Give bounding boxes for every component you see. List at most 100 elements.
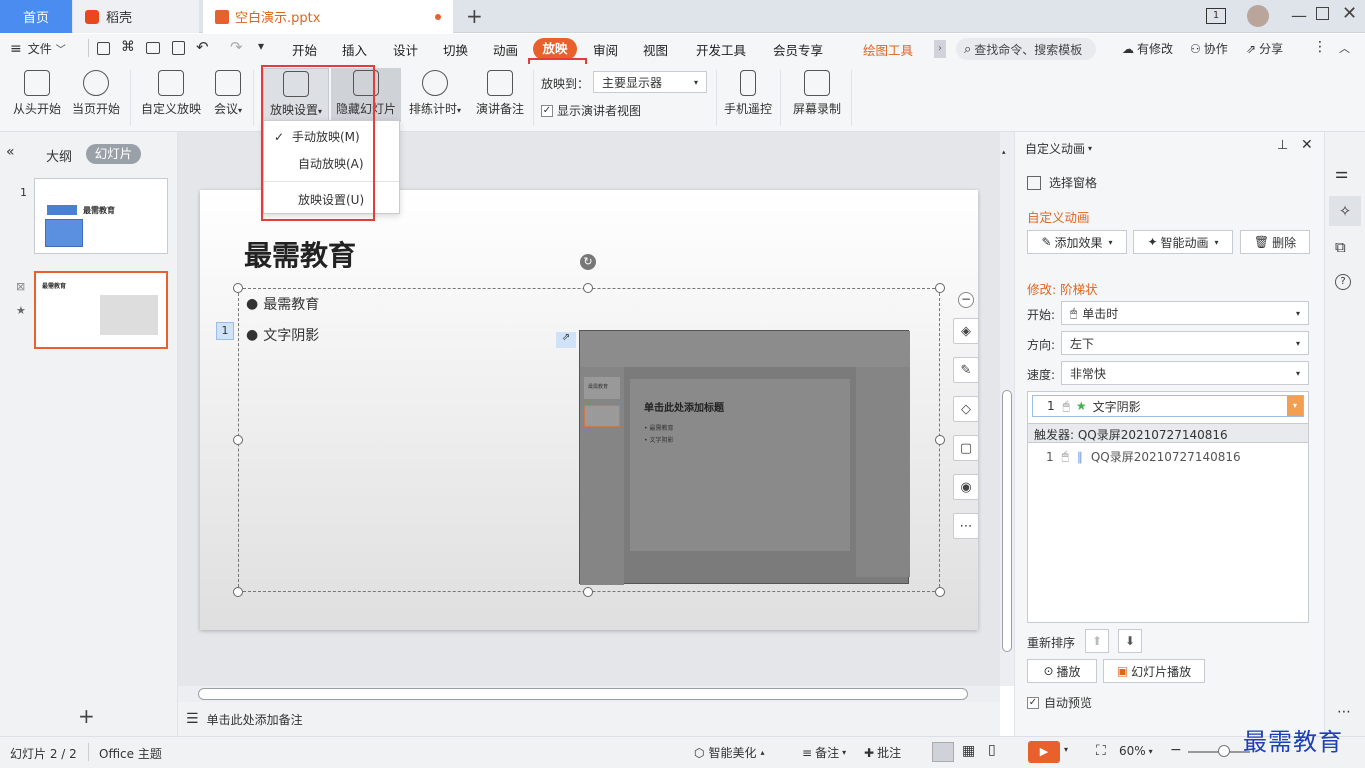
- zoom-select[interactable]: 60% ▾: [1119, 744, 1153, 758]
- menu-item-auto[interactable]: 自动放映(A): [298, 155, 364, 172]
- menu-item-settings[interactable]: 放映设置(U): [298, 191, 364, 208]
- smart-animation-button[interactable]: ✦ 智能动画 ▾: [1133, 230, 1233, 254]
- layers-icon[interactable]: ◈: [953, 318, 979, 344]
- pane-header[interactable]: 自定义动画 ▾: [1025, 140, 1092, 157]
- zoom-out-icon[interactable]: −: [1170, 742, 1182, 758]
- print-preview-icon[interactable]: [172, 41, 185, 55]
- print-icon[interactable]: [146, 42, 160, 54]
- fill-icon[interactable]: ◇: [953, 396, 979, 422]
- minimize-icon[interactable]: —: [1291, 6, 1307, 25]
- resize-handle[interactable]: [935, 283, 945, 293]
- resize-handle[interactable]: [233, 435, 243, 445]
- notes-toggle-button[interactable]: ≡ 备注 ▾: [802, 744, 846, 761]
- tab-slides[interactable]: 幻灯片: [86, 144, 141, 164]
- chevron-right-icon[interactable]: ›: [934, 40, 946, 58]
- collapse-toolbar-icon[interactable]: −: [958, 292, 974, 308]
- tab-slideshow[interactable]: 放映: [533, 38, 577, 60]
- resize-handle[interactable]: [233, 283, 243, 293]
- tab-drawing-tools[interactable]: 绘图工具: [863, 40, 913, 59]
- animation-list[interactable]: 1 🖱 ★ 文字阴影 ▾ 触发器: QQ录屏20210727140816 1 🖱…: [1027, 391, 1309, 623]
- presenter-view-checkbox[interactable]: ✓ 显示演讲者视图: [541, 102, 641, 119]
- meeting-button[interactable]: 会议▾: [208, 68, 248, 117]
- grid-view-icon[interactable]: ▦: [962, 743, 975, 759]
- rotate-handle-icon[interactable]: ↻: [580, 254, 596, 270]
- media-animation-icon[interactable]: ⇗: [556, 332, 576, 348]
- add-slide-icon[interactable]: +: [78, 704, 95, 728]
- rehearse-timing-button[interactable]: 排练计时▾: [405, 68, 465, 117]
- maximize-icon[interactable]: [1316, 7, 1329, 20]
- resize-handle[interactable]: [583, 283, 593, 293]
- start-select[interactable]: 🖱 单击时 ▾: [1061, 301, 1309, 325]
- quick-access-more-icon[interactable]: ▾: [258, 39, 264, 53]
- share-button[interactable]: ⇗ 分享: [1246, 40, 1283, 57]
- redo-icon[interactable]: ↷: [230, 38, 243, 56]
- chevron-down-icon[interactable]: ▾: [1064, 745, 1068, 754]
- properties-icon[interactable]: ⚌: [1335, 164, 1348, 182]
- tab-docer[interactable]: 稻壳: [73, 0, 199, 33]
- animation-order-tag[interactable]: 1: [216, 322, 234, 340]
- sidebar-more-icon[interactable]: ⋯: [1337, 704, 1351, 720]
- tab-animation[interactable]: 动画: [493, 40, 518, 59]
- animation-item-2[interactable]: 1 🖱 ∥ QQ录屏20210727140816: [1046, 448, 1241, 465]
- screen-record-button[interactable]: 屏幕录制: [790, 68, 844, 117]
- border-icon[interactable]: ▢: [953, 435, 979, 461]
- speed-select[interactable]: 非常快 ▾: [1061, 361, 1309, 385]
- new-tab-button[interactable]: +: [466, 4, 483, 28]
- direction-select[interactable]: 左下 ▾: [1061, 331, 1309, 355]
- show-settings-button[interactable]: 放映设置▾: [263, 68, 329, 122]
- animation-pane-icon[interactable]: ✧: [1329, 196, 1361, 226]
- h-scroll-thumb[interactable]: [198, 688, 968, 700]
- vertical-scrollbar[interactable]: ▴: [1000, 132, 1014, 686]
- play-from-start-button[interactable]: 从头开始: [10, 68, 64, 117]
- slide-title[interactable]: 最需教育: [244, 234, 356, 274]
- current-slide[interactable]: 最需教育 ● 最需教育 ● 文字阴影 1 ⇗ 最需教育 单击此处添加标题 • 最需教…: [200, 190, 978, 630]
- bullet-2[interactable]: ● 文字阴影: [246, 325, 319, 345]
- horizontal-scrollbar[interactable]: [178, 686, 1000, 702]
- slide-thumbnail-2[interactable]: 最需教育: [34, 271, 168, 349]
- lightbulb-icon[interactable]: ◉: [953, 474, 979, 500]
- custom-show-button[interactable]: 自定义放映: [140, 68, 202, 117]
- phone-remote-button[interactable]: 手机遥控: [722, 68, 774, 117]
- tab-home[interactable]: 首页: [0, 0, 72, 33]
- tab-outline[interactable]: 大纲: [46, 146, 72, 165]
- fit-window-icon[interactable]: ⛶: [1096, 743, 1106, 759]
- animation-item-1[interactable]: 1 🖱 ★ 文字阴影 ▾: [1032, 395, 1304, 417]
- resize-handle[interactable]: [583, 587, 593, 597]
- resize-handle[interactable]: [233, 587, 243, 597]
- tab-developer[interactable]: 开发工具: [696, 40, 746, 59]
- tab-view[interactable]: 视图: [643, 40, 668, 59]
- slide-play-button[interactable]: ▣ 幻灯片播放: [1103, 659, 1205, 683]
- add-effect-button[interactable]: ✎ 添加效果 ▾: [1027, 230, 1127, 254]
- scroll-up-icon[interactable]: ▴: [1002, 148, 1012, 156]
- tab-insert[interactable]: 插入: [342, 40, 367, 59]
- resize-handle[interactable]: [935, 587, 945, 597]
- slideshow-play-icon[interactable]: ▶: [1028, 741, 1060, 763]
- tab-design[interactable]: 设计: [393, 40, 418, 59]
- speaker-notes-button[interactable]: 演讲备注: [472, 68, 528, 117]
- zoom-slider-thumb[interactable]: [1218, 745, 1230, 757]
- move-up-icon[interactable]: ⬆: [1085, 629, 1109, 653]
- user-avatar[interactable]: [1247, 5, 1269, 27]
- notes-area[interactable]: ☰ 单击此处添加备注: [178, 702, 1000, 736]
- more-options-icon[interactable]: ⋮: [1313, 39, 1327, 55]
- play-from-current-button[interactable]: 当页开始: [69, 68, 123, 117]
- slide-switch-icon[interactable]: ⧉: [1335, 238, 1346, 256]
- collaborate-button[interactable]: ⚇ 协作: [1190, 40, 1228, 57]
- save-icon[interactable]: [97, 42, 110, 55]
- reading-view-icon[interactable]: ▯: [988, 742, 996, 758]
- undo-icon[interactable]: ↶: [196, 38, 209, 56]
- slide-thumbnail-1[interactable]: 最需教育: [34, 178, 168, 254]
- tab-start[interactable]: 开始: [292, 40, 317, 59]
- resize-handle[interactable]: [935, 435, 945, 445]
- theme-name[interactable]: Office 主题: [99, 745, 162, 762]
- comments-button[interactable]: ✚ 批注: [864, 744, 901, 761]
- close-pane-icon[interactable]: ✕: [1301, 137, 1313, 153]
- more-tools-icon[interactable]: ⋯: [953, 513, 979, 539]
- help-icon[interactable]: ?: [1335, 274, 1351, 290]
- auto-preview-checkbox[interactable]: ✓ 自动预览: [1027, 694, 1092, 711]
- has-changes-button[interactable]: ☁ 有修改: [1122, 40, 1173, 57]
- selection-pane-link[interactable]: 选择窗格: [1027, 174, 1097, 191]
- pen-icon[interactable]: ✎: [953, 357, 979, 383]
- play-button[interactable]: ⊙ 播放: [1027, 659, 1097, 683]
- window-count-badge[interactable]: 1: [1206, 8, 1226, 24]
